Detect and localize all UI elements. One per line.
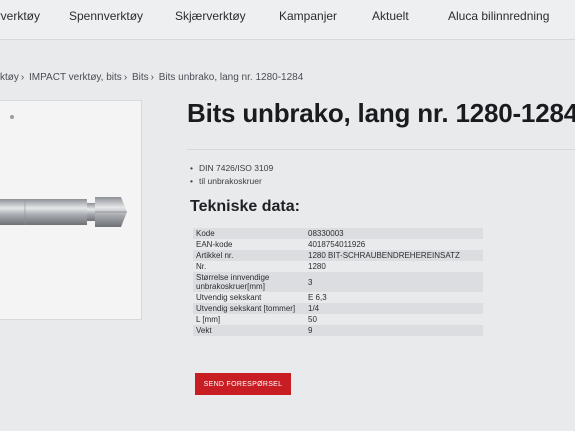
- spec-value: 1/4: [305, 303, 483, 314]
- feature-item: DIN 7426/ISO 3109: [190, 162, 273, 175]
- spec-value: 1280: [305, 261, 483, 272]
- page-title: Bits unbrako, lang nr. 1280-1284: [187, 98, 575, 128]
- table-row: Utvendig sekskant E 6,3: [193, 292, 483, 303]
- product-image[interactable]: [0, 100, 142, 320]
- feature-list: DIN 7426/ISO 3109 til unbrakoskruer: [190, 162, 273, 188]
- breadcrumb-separator: ›: [20, 72, 25, 83]
- spec-key: Vekt: [193, 325, 305, 336]
- nav-item-verktoy[interactable]: erverktøy: [0, 9, 40, 23]
- breadcrumb-current: Bits unbrako, lang nr. 1280-1284: [158, 72, 304, 83]
- table-row: Nr. 1280: [193, 261, 483, 272]
- breadcrumb-separator: ›: [123, 72, 128, 83]
- spec-value: 1280 BIT-SCHRAUBENDREHEREINSATZ: [305, 250, 483, 261]
- spec-key: Nr.: [193, 261, 305, 272]
- spec-value: 50: [305, 314, 483, 325]
- spec-key: Størrelse innvendige unbrakoskruer[mm]: [193, 272, 305, 292]
- spec-value: 3: [305, 272, 483, 292]
- spec-key: EAN-kode: [193, 239, 305, 250]
- feature-item: til unbrakoskruer: [190, 175, 273, 188]
- table-row: Kode 08330003: [193, 228, 483, 239]
- spec-value: 4018754011926: [305, 239, 483, 250]
- spec-key: Utvendig sekskant: [193, 292, 305, 303]
- table-row: L [mm] 50: [193, 314, 483, 325]
- breadcrumb-item-impact[interactable]: IMPACT verktøy, bits: [29, 72, 122, 83]
- table-row: Vekt 9: [193, 325, 483, 336]
- spec-value: E 6,3: [305, 292, 483, 303]
- nav-item-spennverktoy[interactable]: Spennverktøy: [69, 9, 143, 23]
- zoom-icon[interactable]: [10, 115, 14, 119]
- specs-table: Kode 08330003 EAN-kode 4018754011926 Artik…: [193, 228, 483, 336]
- breadcrumb-item-bits[interactable]: Bits: [132, 72, 149, 83]
- table-row: Utvendig sekskant [tommer] 1/4: [193, 303, 483, 314]
- top-navigation: erverktøy Spennverktøy Skjærverktøy Kamp…: [0, 0, 575, 40]
- spec-key: Utvendig sekskant [tommer]: [193, 303, 305, 314]
- nav-item-kampanjer[interactable]: Kampanjer: [279, 9, 337, 23]
- title-divider: [187, 149, 575, 150]
- nav-item-aktuelt[interactable]: Aktuelt: [372, 9, 409, 23]
- specs-heading: Tekniske data:: [190, 198, 300, 215]
- table-row: Artikkel nr. 1280 BIT-SCHRAUBENDREHEREINS…: [193, 250, 483, 261]
- breadcrumb: ktøy › IMPACT verktøy, bits › Bits › Bits u…: [0, 72, 303, 83]
- hex-bit-image: [0, 197, 127, 227]
- spec-key: L [mm]: [193, 314, 305, 325]
- spec-value: 9: [305, 325, 483, 336]
- breadcrumb-item-verktoy[interactable]: ktøy: [0, 72, 19, 83]
- spec-value: 08330003: [305, 228, 483, 239]
- nav-item-aluca-bilinnredning[interactable]: Aluca bilinnredning: [448, 9, 549, 23]
- table-row: EAN-kode 4018754011926: [193, 239, 483, 250]
- breadcrumb-separator: ›: [150, 72, 154, 83]
- spec-key: Artikkel nr.: [193, 250, 305, 261]
- send-request-button[interactable]: SEND FORESPØRSEL: [195, 373, 291, 395]
- nav-item-skjaerverktoy[interactable]: Skjærverktøy: [175, 9, 246, 23]
- table-row: Størrelse innvendige unbrakoskruer[mm] 3: [193, 272, 483, 292]
- spec-key: Kode: [193, 228, 305, 239]
